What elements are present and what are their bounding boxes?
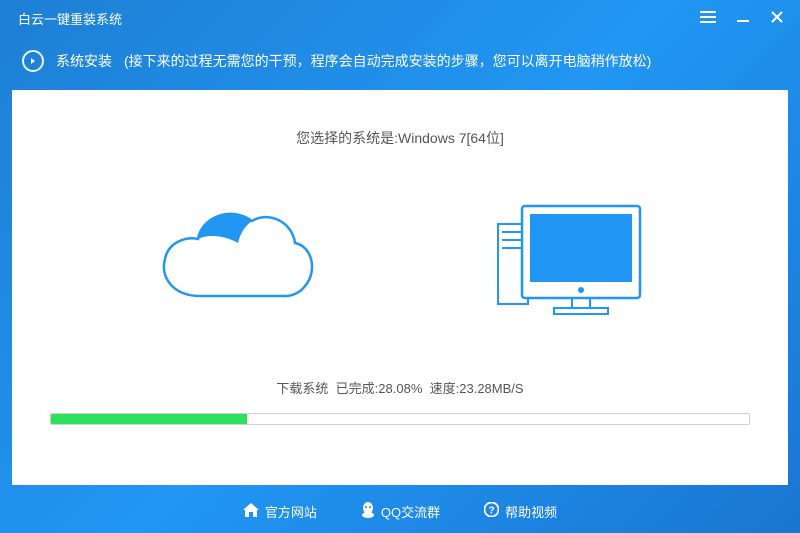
selected-system-row: 您选择的系统是:Windows 7[64位]: [296, 128, 504, 148]
progress-completed-label: 已完成:: [336, 381, 379, 396]
selected-system-label: 您选择的系统是:: [296, 130, 398, 146]
selected-system-value: Windows 7[64位]: [398, 130, 504, 146]
help-icon: ?: [484, 502, 499, 520]
cloud-icon: [150, 201, 320, 326]
menu-icon[interactable]: [700, 11, 716, 26]
progress-text: 下载系统 已完成:28.08% 速度:23.28MB/S: [276, 378, 523, 397]
progress-action: 下载系统: [276, 381, 328, 396]
close-icon[interactable]: [770, 10, 784, 27]
minimize-icon[interactable]: [736, 10, 750, 27]
home-icon: [243, 503, 259, 520]
progress-fill: [51, 414, 247, 424]
official-site-link[interactable]: 官方网站: [243, 502, 317, 521]
progress-bar: [50, 413, 750, 425]
instruction-title: 系统安装: [56, 51, 112, 71]
help-video-link[interactable]: ? 帮助视频: [484, 502, 557, 521]
app-title: 白云一键重装系统: [18, 9, 122, 28]
step-indicator-icon: [22, 50, 44, 72]
footer: 官方网站 QQ交流群 ? 帮助视频: [0, 489, 800, 533]
svg-text:?: ?: [489, 506, 495, 517]
titlebar: 白云一键重装系统: [0, 0, 800, 36]
window-controls: [700, 10, 784, 27]
illustration-row: [12, 198, 788, 328]
instruction-bar: 系统安装 (接下来的过程无需您的干预，程序会自动完成安装的步骤，您可以离开电脑稍…: [0, 36, 800, 90]
computer-icon: [480, 196, 650, 331]
help-video-label: 帮助视频: [505, 502, 557, 521]
main-panel: 您选择的系统是:Windows 7[64位] 下载系统 已完成:28: [12, 90, 788, 485]
qq-icon: [361, 502, 375, 521]
app-name-label: 白云一键重装系统: [18, 9, 122, 28]
qq-group-label: QQ交流群: [381, 502, 440, 521]
progress-speed-value: 23.28MB/S: [459, 381, 523, 396]
qq-group-link[interactable]: QQ交流群: [361, 502, 440, 521]
progress-speed-label: 速度:: [430, 381, 460, 396]
instruction-message: (接下来的过程无需您的干预，程序会自动完成安装的步骤，您可以离开电脑稍作放松): [124, 51, 651, 71]
progress-completed-value: 28.08%: [378, 381, 422, 396]
official-site-label: 官方网站: [265, 502, 317, 521]
